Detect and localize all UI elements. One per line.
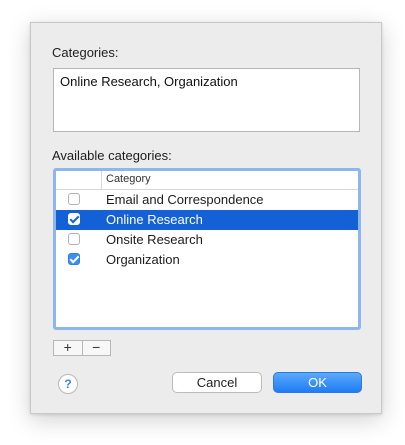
ok-button[interactable]: OK bbox=[273, 372, 362, 393]
table-header: Category bbox=[56, 171, 358, 190]
category-checkbox[interactable] bbox=[68, 213, 80, 225]
remove-category-button[interactable]: − bbox=[81, 340, 111, 355]
help-button[interactable]: ? bbox=[58, 374, 78, 394]
available-categories-label: Available categories: bbox=[52, 148, 172, 163]
table-row[interactable]: Email and Correspondence bbox=[56, 190, 358, 210]
category-name: Email and Correspondence bbox=[106, 192, 264, 207]
checkbox-column-header[interactable] bbox=[56, 171, 102, 189]
categories-field[interactable]: Online Research, Organization bbox=[53, 68, 360, 132]
category-name: Organization bbox=[106, 252, 180, 267]
category-checkbox[interactable] bbox=[68, 253, 80, 265]
category-name: Onsite Research bbox=[106, 232, 203, 247]
category-column-header[interactable]: Category bbox=[106, 173, 151, 185]
categories-label: Categories: bbox=[52, 45, 119, 60]
table-row[interactable]: Onsite Research bbox=[56, 230, 358, 250]
add-category-button[interactable]: + bbox=[54, 340, 82, 355]
cancel-button[interactable]: Cancel bbox=[172, 372, 262, 393]
category-name: Online Research bbox=[106, 212, 203, 227]
category-checkbox[interactable] bbox=[68, 193, 80, 205]
add-remove-control: + − bbox=[53, 340, 111, 356]
category-checkbox[interactable] bbox=[68, 233, 80, 245]
categories-dialog: Categories: Online Research, Organizatio… bbox=[30, 22, 382, 414]
table-row[interactable]: Online Research bbox=[56, 210, 358, 230]
categories-table[interactable]: Category Email and Correspondence Online… bbox=[53, 168, 361, 330]
table-row[interactable]: Organization bbox=[56, 250, 358, 270]
